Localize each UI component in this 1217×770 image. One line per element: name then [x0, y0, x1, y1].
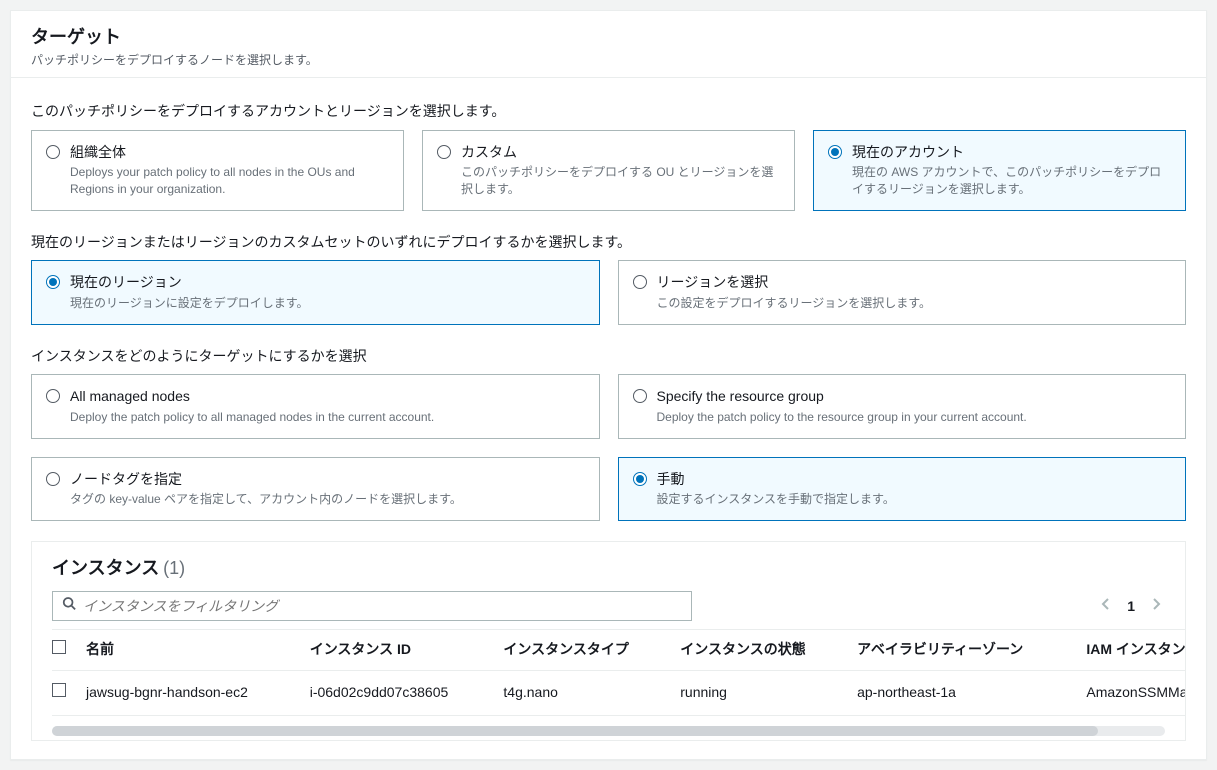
instances-toolbar: 1 [32, 591, 1185, 629]
radio-icon [46, 389, 60, 403]
option-select-regions[interactable]: リージョンを選択 この設定をデプロイするリージョンを選択します。 [618, 260, 1187, 324]
option-title: カスタム [461, 143, 780, 163]
option-title: 現在のリージョン [70, 273, 309, 293]
col-name[interactable]: 名前 [86, 630, 310, 671]
option-desc: 現在のリージョンに設定をデプロイします。 [70, 295, 309, 312]
page-prev-button[interactable] [1097, 593, 1115, 621]
option-title: All managed nodes [70, 387, 434, 407]
cell-iam: AmazonSSMMana [1086, 670, 1185, 715]
search-input[interactable] [52, 591, 692, 621]
panel-description: パッチポリシーをデプロイするノードを選択します。 [31, 52, 1186, 69]
option-title: 組織全体 [70, 143, 389, 163]
panel-title: ターゲット [31, 25, 1186, 50]
account-region-label: このパッチポリシーをデプロイするアカウントとリージョンを選択します。 [31, 102, 1186, 122]
account-region-options: 組織全体 Deploys your patch policy to all no… [31, 130, 1186, 211]
cell-instance-id: i-06d02c9dd07c38605 [310, 670, 504, 715]
radio-icon [46, 145, 60, 159]
target-method-row1: All managed nodes Deploy the patch polic… [31, 374, 1186, 438]
instances-table: 名前 インスタンス ID インスタンスタイプ インスタンスの状態 アベイラビリテ… [52, 629, 1185, 715]
scrollbar-thumb[interactable] [52, 726, 1098, 736]
option-desc: 設定するインスタンスを手動で指定します。 [657, 491, 895, 508]
option-desc: 現在の AWS アカウントで、このパッチポリシーをデプロイするリージョンを選択し… [852, 164, 1171, 198]
row-select-cell [52, 670, 86, 715]
option-desc: タグの key-value ペアを指定して、アカウント内のノードを選択します。 [70, 491, 462, 508]
option-all-managed-nodes[interactable]: All managed nodes Deploy the patch polic… [31, 374, 600, 438]
col-instance-type[interactable]: インスタンスタイプ [503, 630, 680, 671]
option-title: 現在のアカウント [852, 143, 1171, 163]
option-title: Specify the resource group [657, 387, 1027, 407]
col-az[interactable]: アベイラビリティーゾーン [857, 630, 1086, 671]
instances-count: (1) [163, 558, 185, 578]
table-row[interactable]: jawsug-bgnr-handson-ec2 i-06d02c9dd07c38… [52, 670, 1185, 715]
option-desc: この設定をデプロイするリージョンを選択します。 [657, 295, 932, 312]
col-iam[interactable]: IAM インスタンス [1086, 630, 1185, 671]
option-entire-org[interactable]: 組織全体 Deploys your patch policy to all no… [31, 130, 404, 211]
option-current-region[interactable]: 現在のリージョン 現在のリージョンに設定をデプロイします。 [31, 260, 600, 324]
pagination: 1 [1097, 593, 1165, 621]
radio-icon [437, 145, 451, 159]
option-resource-group[interactable]: Specify the resource group Deploy the pa… [618, 374, 1187, 438]
radio-icon [633, 472, 647, 486]
cell-name: jawsug-bgnr-handson-ec2 [86, 670, 310, 715]
panel-body: このパッチポリシーをデプロイするアカウントとリージョンを選択します。 組織全体 … [11, 78, 1206, 759]
option-node-tags[interactable]: ノードタグを指定 タグの key-value ペアを指定して、アカウント内のノー… [31, 457, 600, 521]
radio-icon [633, 275, 647, 289]
option-desc: このパッチポリシーをデプロイする OU とリージョンを選択します。 [461, 164, 780, 198]
cell-instance-state: running [680, 670, 857, 715]
option-desc: Deploy the patch policy to the resource … [657, 409, 1027, 426]
radio-icon [46, 472, 60, 486]
targets-panel: ターゲット パッチポリシーをデプロイするノードを選択します。 このパッチポリシー… [10, 10, 1207, 760]
select-all-checkbox[interactable] [52, 640, 66, 654]
radio-icon [828, 145, 842, 159]
panel-header: ターゲット パッチポリシーをデプロイするノードを選択します。 [11, 11, 1206, 78]
search-wrap [52, 591, 692, 621]
option-custom[interactable]: カスタム このパッチポリシーをデプロイする OU とリージョンを選択します。 [422, 130, 795, 211]
radio-icon [46, 275, 60, 289]
instances-panel: インスタンス (1) 1 [31, 541, 1186, 740]
option-desc: Deploys your patch policy to all nodes i… [70, 164, 389, 198]
search-icon [62, 597, 76, 617]
option-title: ノードタグを指定 [70, 470, 462, 490]
target-method-row2: ノードタグを指定 タグの key-value ペアを指定して、アカウント内のノー… [31, 457, 1186, 521]
option-title: 手動 [657, 470, 895, 490]
cell-instance-type: t4g.nano [503, 670, 680, 715]
option-current-account[interactable]: 現在のアカウント 現在の AWS アカウントで、このパッチポリシーをデプロイする… [813, 130, 1186, 211]
option-desc: Deploy the patch policy to all managed n… [70, 409, 434, 426]
page-number: 1 [1127, 597, 1135, 617]
option-title: リージョンを選択 [657, 273, 932, 293]
instances-header: インスタンス (1) [32, 542, 1185, 591]
col-instance-state[interactable]: インスタンスの状態 [680, 630, 857, 671]
select-all-header [52, 630, 86, 671]
region-choice-label: 現在のリージョンまたはリージョンのカスタムセットのいずれにデプロイするかを選択し… [31, 233, 1186, 253]
horizontal-scrollbar[interactable] [52, 726, 1165, 736]
option-manual[interactable]: 手動 設定するインスタンスを手動で指定します。 [618, 457, 1187, 521]
col-instance-id[interactable]: インスタンス ID [310, 630, 504, 671]
row-select-checkbox[interactable] [52, 683, 66, 697]
instances-table-scroll[interactable]: 名前 インスタンス ID インスタンスタイプ インスタンスの状態 アベイラビリテ… [32, 629, 1185, 725]
instances-title: インスタンス [52, 558, 159, 578]
cell-az: ap-northeast-1a [857, 670, 1086, 715]
target-method-label: インスタンスをどのようにターゲットにするかを選択 [31, 347, 1186, 367]
region-choice-options: 現在のリージョン 現在のリージョンに設定をデプロイします。 リージョンを選択 こ… [31, 260, 1186, 324]
radio-icon [633, 389, 647, 403]
page-next-button[interactable] [1147, 593, 1165, 621]
